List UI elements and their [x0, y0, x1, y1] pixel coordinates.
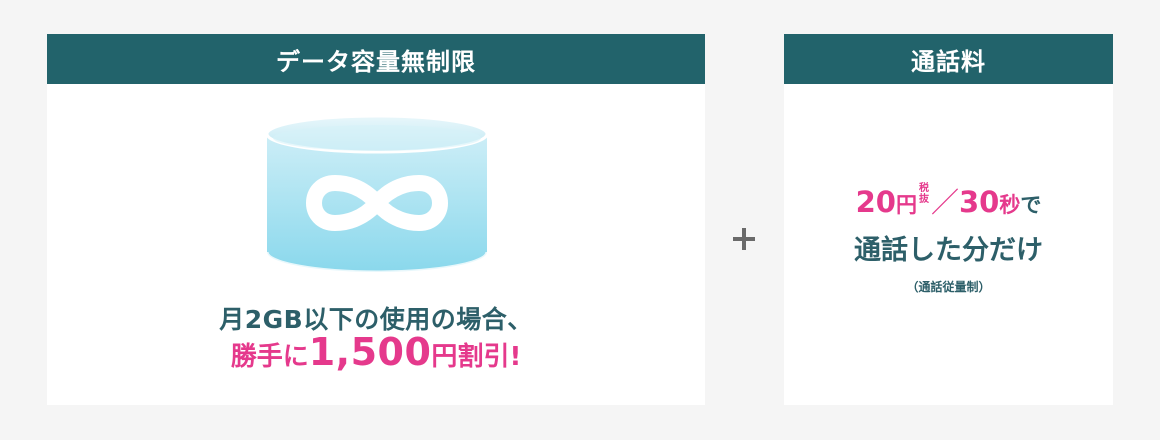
- price-amount: 20: [855, 185, 896, 219]
- plus-icon: [733, 228, 755, 250]
- price-particle: で: [1020, 193, 1042, 217]
- data-plan-card: データ容量無制限 月2GB以下の使用の場合、 勝手に1,500円割引!: [47, 34, 705, 405]
- discount-prefix: 勝手に: [230, 342, 309, 372]
- data-plan-header: データ容量無制限: [47, 34, 705, 84]
- call-fee-header: 通話料: [784, 34, 1113, 84]
- time-amount: 30: [959, 185, 1000, 219]
- time-unit: 秒: [999, 193, 1021, 217]
- call-usage-text: 通話した分だけ: [854, 235, 1043, 266]
- call-price: 20円税抜／30秒で: [784, 181, 1113, 221]
- discount-amount: 1,500: [308, 330, 432, 374]
- price-unit: 円: [895, 193, 917, 217]
- discount-unit: 円: [431, 342, 458, 372]
- call-fee-card: 通話料 20円税抜／30秒で 通話した分だけ （通話従量制）: [784, 34, 1113, 405]
- call-plan-note: （通話従量制）: [906, 280, 991, 294]
- tax-excluded-label: 税抜: [918, 183, 929, 205]
- discount-text: 勝手に1,500円割引!: [47, 330, 705, 374]
- price-slash: ／: [930, 186, 959, 219]
- discount-suffix: 割引!: [457, 342, 522, 372]
- infinity-cylinder-icon: [265, 114, 489, 274]
